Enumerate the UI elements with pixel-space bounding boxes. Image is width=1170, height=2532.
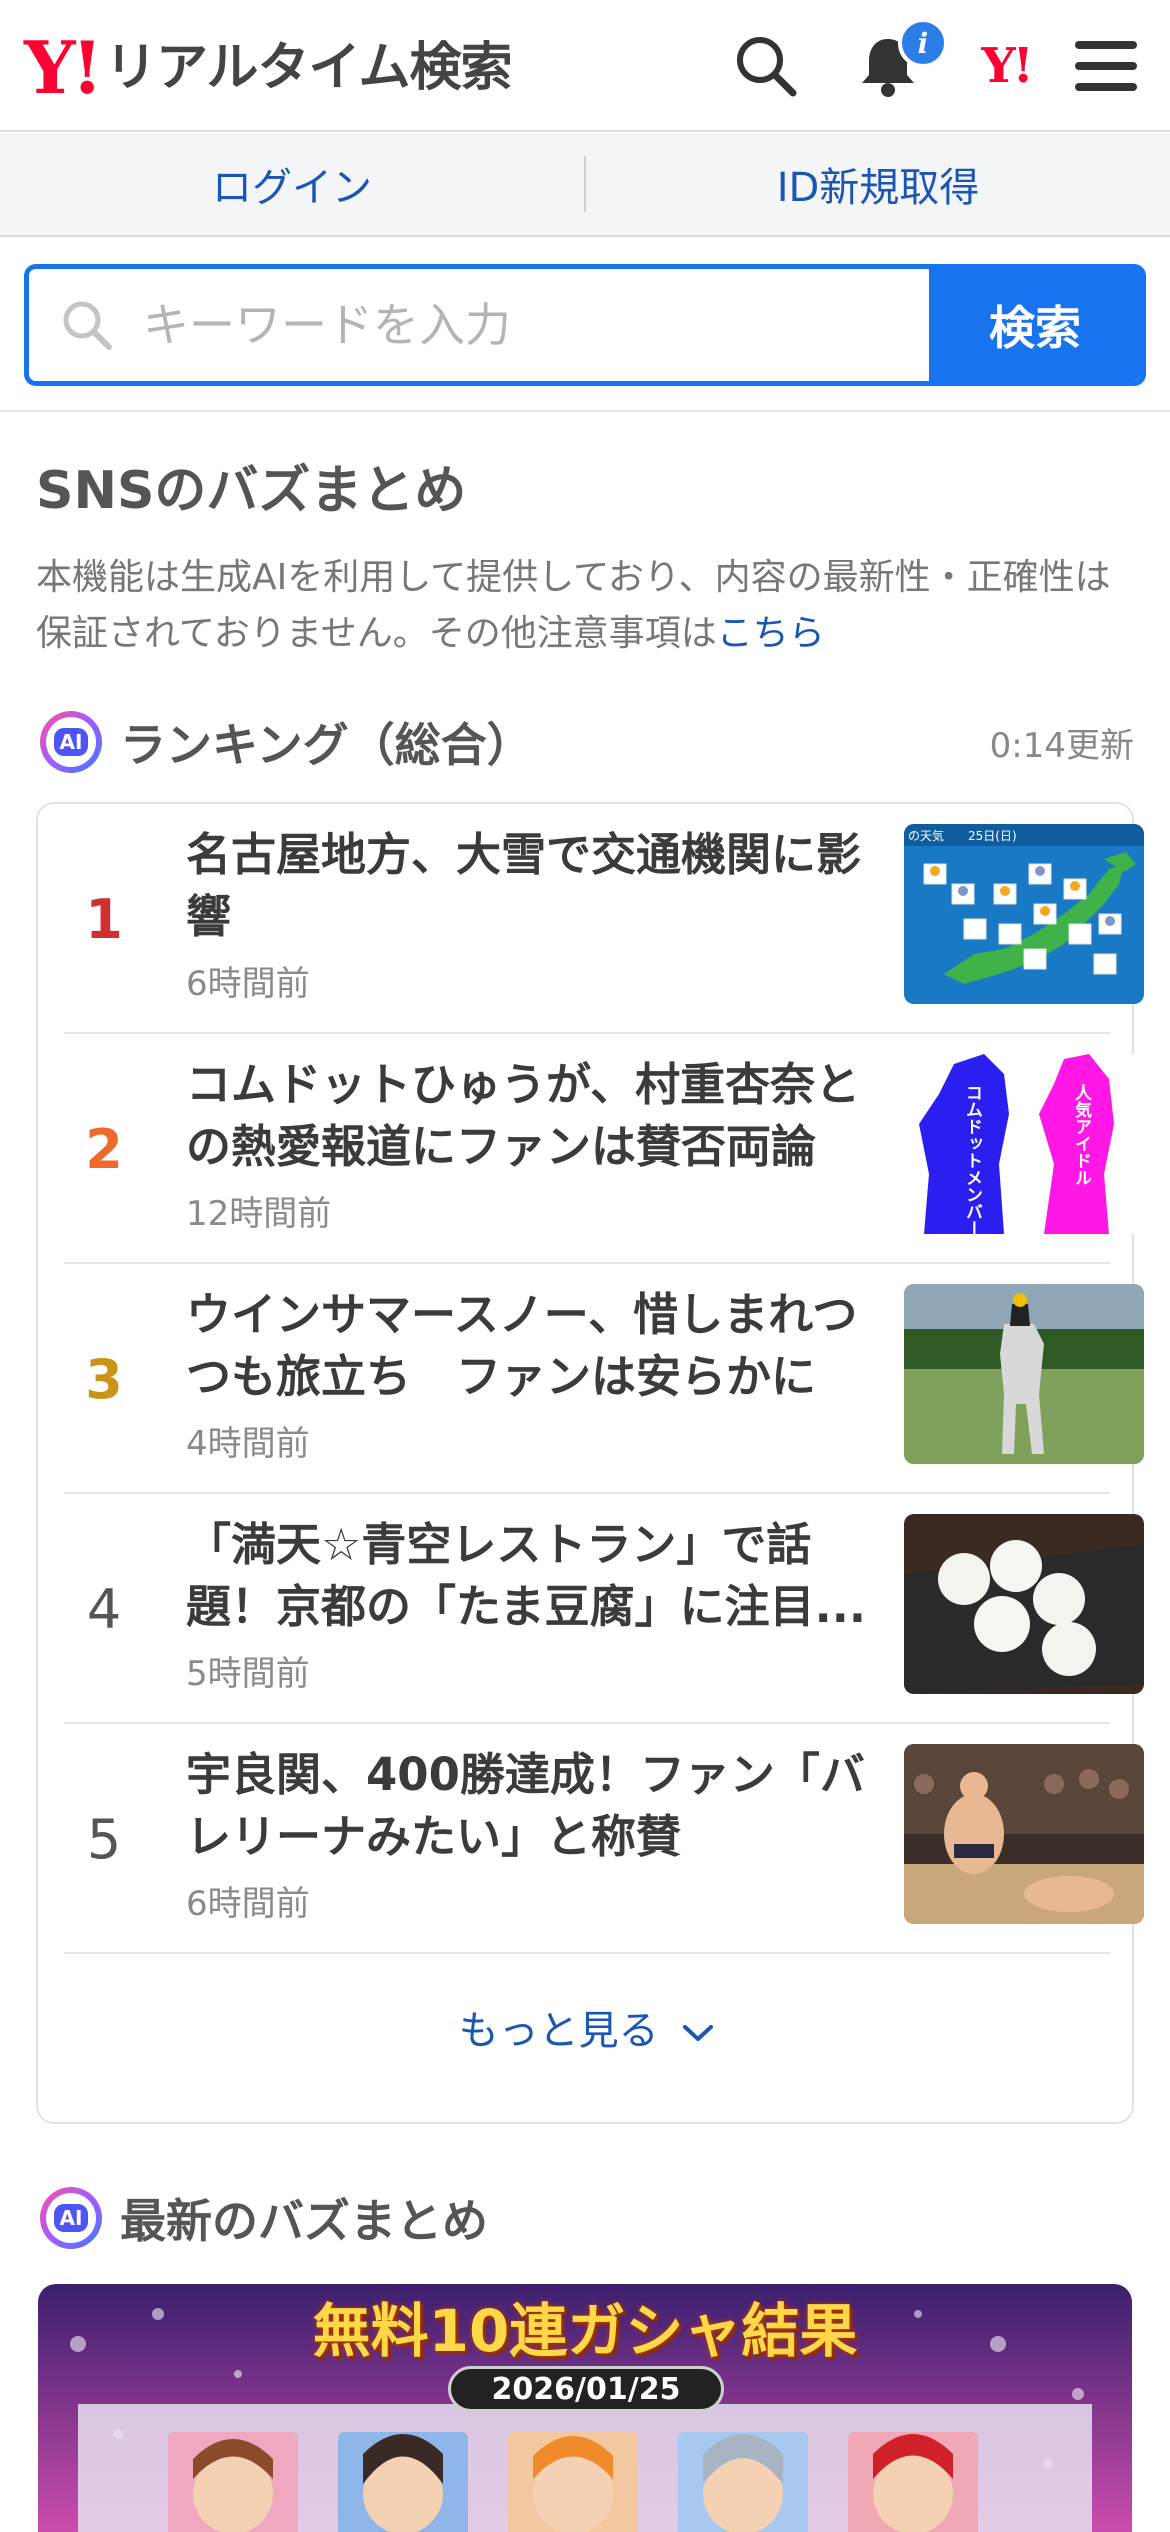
show-more-button[interactable]: もっと見る xyxy=(38,1998,1136,2056)
search-field-icon xyxy=(63,301,112,350)
ranking-item-time: 6時間前 xyxy=(186,964,310,1004)
ai-badge-label: AI xyxy=(53,2204,89,2232)
show-more-label: もっと見る xyxy=(458,2008,659,2054)
silhouette-thumbnail[interactable]: コムドットメンバー 人気アイドル xyxy=(904,1054,1144,1234)
ranking-item-time: 12時間前 xyxy=(186,1194,332,1234)
ranking-updated-time: 0:14更新 xyxy=(989,725,1134,766)
rank-number: 3 xyxy=(85,1347,123,1411)
rank-number: 2 xyxy=(85,1117,123,1181)
ranking-item-5[interactable]: 5 宇良関、400勝達成！ファン「バレリーナみたい」と称賛 6時間前 xyxy=(64,1724,1144,1954)
chevron-down-icon xyxy=(683,2025,714,2041)
ranking-item-3[interactable]: 3 ウインサマースノー、惜しまれつつも旅立ち ファンは安らかに 4時間前 xyxy=(64,1264,1144,1494)
search-field[interactable] xyxy=(29,269,929,381)
gacha-banner-title: 無料10連ガシャ結果 xyxy=(312,2297,858,2365)
ranking-item-time: 4時間前 xyxy=(186,1424,310,1464)
ai-badge-label: AI xyxy=(53,728,89,756)
tofu-thumbnail[interactable] xyxy=(904,1514,1144,1694)
weather-caption: の天気 25日(日) xyxy=(908,828,1017,843)
disclaimer-text: 本機能は生成AIを利用して提供しており、内容の最新性・正確性は保証されておりませ… xyxy=(36,557,1111,654)
ranking-title: ランキング（総合） xyxy=(120,718,533,772)
ranking-item-4[interactable]: 4 「満天☆青空レストラン」で話題！京都の「たま豆腐」に注目... 5時間前 xyxy=(64,1494,1144,1724)
silhouette-label-right: 人気アイドル xyxy=(1071,1084,1093,1186)
ranking-card: 1 名古屋地方、大雪で交通機関に影響 6時間前 の天気 25日(日) 2 コムド… xyxy=(36,802,1144,2124)
search-icon[interactable] xyxy=(726,26,806,106)
gacha-banner-date: 2026/01/25 xyxy=(448,2366,724,2412)
latest-buzz-title: 最新のバズまとめ xyxy=(120,2194,488,2248)
ranking-item-title[interactable]: 名古屋地方、大雪で交通機関に影響 xyxy=(186,824,896,948)
login-link[interactable]: ログイン xyxy=(0,155,584,213)
ai-icon: AI xyxy=(40,711,102,773)
ranking-item-1[interactable]: 1 名古屋地方、大雪で交通機関に影響 6時間前 の天気 25日(日) xyxy=(64,804,1144,1034)
ranking-header: AI ランキング（総合） 0:14更新 xyxy=(40,710,1134,774)
rank-number: 1 xyxy=(85,887,123,951)
logo-title: リアルタイム検索 xyxy=(105,38,512,98)
weather-map-thumbnail[interactable]: の天気 25日(日) xyxy=(904,824,1144,1004)
silhouette-label-left: コムドットメンバー xyxy=(962,1084,983,1234)
yahoo-logo-mark: Y! xyxy=(24,25,103,110)
notification-bell-icon[interactable]: i xyxy=(848,18,948,106)
ranking-item-2[interactable]: 2 コムドットひゅうが、村重杏奈との熱愛報道にファンは賛否両論 12時間前 コム… xyxy=(64,1034,1144,1264)
register-link[interactable]: ID新規取得 xyxy=(586,155,1170,213)
sumo-thumbnail[interactable] xyxy=(904,1744,1144,1924)
section-divider xyxy=(0,410,1170,412)
ranking-item-time: 5時間前 xyxy=(186,1654,310,1694)
gacha-result-banner[interactable]: 無料10連ガシャ結果 2026/01/25 xyxy=(38,2284,1132,2532)
yahoo-japan-icon[interactable]: Y! xyxy=(966,26,1046,106)
latest-buzz-header: AI 最新のバズまとめ xyxy=(40,2186,488,2250)
account-bar: ログイン ID新規取得 xyxy=(0,133,1170,237)
app-header: Y! リアルタイム検索 i Y! xyxy=(0,0,1170,132)
disclaimer-link[interactable]: こちら xyxy=(717,613,825,654)
ai-icon: AI xyxy=(40,2187,102,2249)
racehorse-thumbnail[interactable] xyxy=(904,1284,1144,1464)
search-form: 検索 xyxy=(24,264,1146,386)
ranking-item-time: 6時間前 xyxy=(186,1884,310,1924)
yahoo-mark: Y! xyxy=(981,38,1033,94)
search-button[interactable]: 検索 xyxy=(929,269,1141,381)
ranking-item-title[interactable]: 宇良関、400勝達成！ファン「バレリーナみたい」と称賛 xyxy=(186,1744,896,1868)
rank-number: 5 xyxy=(86,1807,122,1871)
sns-buzz-title: SNSのバズまとめ xyxy=(36,461,467,521)
hamburger-menu-icon[interactable] xyxy=(1066,26,1146,106)
search-input[interactable] xyxy=(143,298,843,352)
ranking-item-title[interactable]: ウインサマースノー、惜しまれつつも旅立ち ファンは安らかに xyxy=(186,1284,896,1408)
ranking-item-title[interactable]: コムドットひゅうが、村重杏奈との熱愛報道にファンは賛否両論 xyxy=(186,1054,896,1178)
rank-number: 4 xyxy=(86,1577,122,1641)
ranking-item-title[interactable]: 「満天☆青空レストラン」で話題！京都の「たま豆腐」に注目... xyxy=(186,1514,896,1638)
ai-disclaimer: 本機能は生成AIを利用して提供しており、内容の最新性・正確性は保証されておりませ… xyxy=(36,550,1136,662)
yahoo-realtime-logo[interactable]: Y! リアルタイム検索 xyxy=(24,25,512,110)
notification-badge: i xyxy=(898,18,948,68)
